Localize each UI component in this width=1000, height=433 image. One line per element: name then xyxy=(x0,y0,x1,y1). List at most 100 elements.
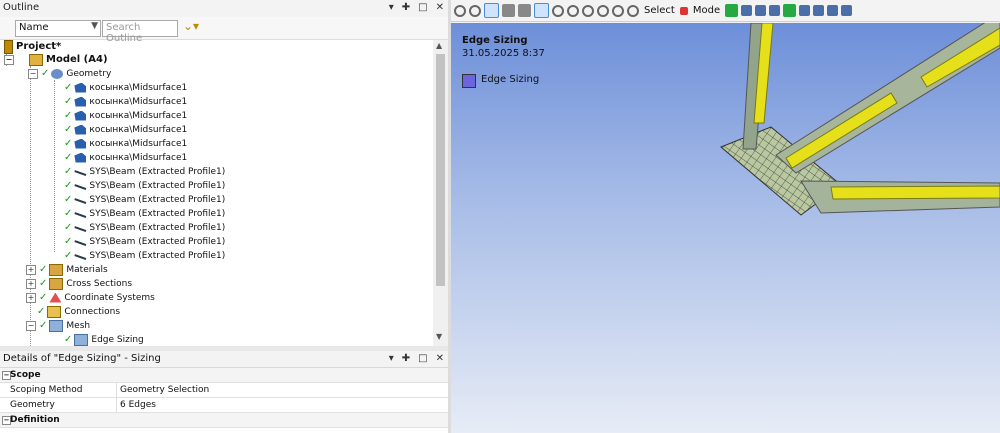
zoom-in-icon[interactable] xyxy=(454,4,466,17)
tree-item-beam[interactable]: ✓ SYS\Beam (Extracted Profile1) xyxy=(64,179,225,192)
maximize-icon[interactable]: □ xyxy=(418,353,427,364)
tree-item-beam[interactable]: ✓ SYS\Beam (Extracted Profile1) xyxy=(64,193,225,206)
line-body-icon xyxy=(74,225,87,234)
property-value[interactable]: 6 Edges xyxy=(120,400,156,410)
filter-type-select[interactable]: Name ▼ xyxy=(15,20,101,37)
tree-item-label: Project* xyxy=(16,41,62,52)
details-grid: − Scope Scoping Method Geometry Selectio… xyxy=(0,368,448,428)
wireframe-icon[interactable] xyxy=(502,4,515,17)
close-icon[interactable]: ✕ xyxy=(436,2,444,13)
tree-item-body[interactable]: ✓ косынка\Midsurface1 xyxy=(64,109,187,122)
check-icon: ✓ xyxy=(64,180,73,191)
tree-item-mesh[interactable]: − ✓ Mesh xyxy=(26,319,90,332)
filter-options-icon[interactable]: ⌄▾ xyxy=(183,19,199,33)
collapse-icon[interactable]: − xyxy=(4,54,14,65)
tree-item-cross-sections[interactable]: + ✓ Cross Sections xyxy=(26,277,132,290)
shaded-view-icon[interactable] xyxy=(484,3,499,18)
zoom-icon[interactable] xyxy=(582,4,594,17)
check-icon: ✓ xyxy=(39,278,48,289)
check-icon: ✓ xyxy=(64,82,73,93)
tree-item-beam[interactable]: ✓ SYS\Beam (Extracted Profile1) xyxy=(64,249,225,262)
rotate-icon[interactable] xyxy=(552,4,564,17)
display-options-icon[interactable] xyxy=(518,4,531,17)
select-all-icon[interactable] xyxy=(841,5,853,16)
details-row-scoping-method[interactable]: Scoping Method Geometry Selection xyxy=(0,383,448,398)
tree-item-coordinate-systems[interactable]: + ✓ Coordinate Systems xyxy=(26,291,155,304)
details-row-geometry[interactable]: Geometry 6 Edges xyxy=(0,398,448,413)
tree-item-model[interactable]: − Model (A4) xyxy=(4,53,108,66)
maximize-icon[interactable]: □ xyxy=(418,2,427,13)
close-icon[interactable]: ✕ xyxy=(436,353,444,364)
tree-item-body[interactable]: ✓ косынка\Midsurface1 xyxy=(64,95,187,108)
graphics-toolbar: Select Mode xyxy=(451,0,1000,22)
outline-filterbar: Name ▼ Search Outline ⌄▾ xyxy=(0,17,448,44)
dropdown-icon[interactable]: ▾ xyxy=(389,2,394,13)
select-edge-icon[interactable] xyxy=(755,5,767,16)
tree-item-body[interactable]: ✓ косынка\Midsurface1 xyxy=(64,123,187,136)
tree-item-body[interactable]: ✓ косынка\Midsurface1 xyxy=(64,137,187,150)
check-icon: ✓ xyxy=(64,110,73,121)
viewport-title: Edge Sizing xyxy=(462,35,528,46)
tree-item-label: косынка\Midsurface1 xyxy=(89,152,188,163)
pin-icon[interactable]: ✚ xyxy=(402,2,410,13)
graphics-viewport[interactable]: Edge Sizing 31.05.2025 8:37 Edge Sizing xyxy=(451,23,1000,433)
dropdown-icon[interactable]: ▾ xyxy=(389,353,394,364)
outline-title: Outline xyxy=(3,2,40,13)
pan-icon[interactable] xyxy=(567,4,579,17)
section-label: Definition xyxy=(10,415,60,425)
tree-item-edge-sizing[interactable]: ✓ Edge Sizing xyxy=(64,333,144,346)
pin-icon[interactable]: ✚ xyxy=(402,353,410,364)
tree-item-project[interactable]: Project* xyxy=(4,40,62,54)
select-point-icon[interactable] xyxy=(725,4,739,17)
surface-body-icon xyxy=(74,82,87,93)
tree-item-connections[interactable]: ✓ Connections xyxy=(37,305,120,318)
tree-item-materials[interactable]: + ✓ Materials xyxy=(26,263,108,276)
outline-tree: Project* − Model (A4) − ✓ Geometry ✓ косы… xyxy=(0,40,432,346)
tree-item-body[interactable]: ✓ косынка\Midsurface1 xyxy=(64,151,187,164)
zoom-fit-icon[interactable] xyxy=(612,4,624,17)
diagonal-beam-line xyxy=(785,92,898,169)
select-face-icon[interactable] xyxy=(769,5,781,16)
scrollbar-thumb[interactable] xyxy=(436,54,445,286)
select-element-face-icon[interactable] xyxy=(827,5,839,16)
select-cursor-icon[interactable] xyxy=(679,6,688,15)
outline-vertical-scrollbar[interactable]: ▲ ▼ xyxy=(433,40,448,346)
tree-item-label: Cross Sections xyxy=(66,278,133,289)
select-body-icon[interactable] xyxy=(783,4,797,17)
collapse-icon[interactable]: − xyxy=(28,68,38,79)
tree-item-beam[interactable]: ✓ SYS\Beam (Extracted Profile1) xyxy=(64,207,225,220)
check-icon: ✓ xyxy=(39,264,48,275)
property-value[interactable]: Geometry Selection xyxy=(120,385,209,395)
tree-item-body[interactable]: ✓ косынка\Midsurface1 xyxy=(64,81,187,94)
magnifier-icon[interactable] xyxy=(627,4,639,17)
expand-icon[interactable]: + xyxy=(26,292,36,303)
tree-item-geometry[interactable]: − ✓ Geometry xyxy=(28,67,111,80)
expand-icon[interactable]: + xyxy=(26,278,36,289)
tree-item-label: Mesh xyxy=(66,320,91,331)
tree-item-beam[interactable]: ✓ SYS\Beam (Extracted Profile1) xyxy=(64,235,225,248)
coordinate-systems-icon xyxy=(49,292,62,303)
cross-sections-icon xyxy=(49,277,64,290)
select-node-icon[interactable] xyxy=(799,5,811,16)
select-element-icon[interactable] xyxy=(813,5,825,16)
details-section-scope[interactable]: − Scope xyxy=(0,368,448,383)
select-vertex-icon[interactable] xyxy=(741,5,753,16)
check-icon: ✓ xyxy=(64,334,73,345)
zoom-box-icon[interactable] xyxy=(597,4,609,17)
box-select-icon[interactable] xyxy=(534,3,549,18)
tree-item-beam[interactable]: ✓ SYS\Beam (Extracted Profile1) xyxy=(64,165,225,178)
geometry-icon xyxy=(51,68,64,79)
details-section-definition[interactable]: − Definition xyxy=(0,413,448,428)
materials-icon xyxy=(49,263,64,276)
collapse-icon[interactable]: − xyxy=(26,320,36,331)
tree-item-beam[interactable]: ✓ SYS\Beam (Extracted Profile1) xyxy=(64,221,225,234)
scroll-down-icon[interactable]: ▼ xyxy=(436,332,442,341)
left-panel: Outline ▾ ✚ □ ✕ Name ▼ Search Outline ⌄▾… xyxy=(0,0,448,433)
select-label: Select xyxy=(644,5,675,16)
expand-icon[interactable]: + xyxy=(26,264,36,275)
zoom-out-icon[interactable] xyxy=(469,4,481,17)
mode-dropdown[interactable]: Mode xyxy=(693,5,720,16)
search-outline-input[interactable]: Search Outline xyxy=(102,20,178,44)
check-icon: ✓ xyxy=(39,292,48,303)
scroll-up-icon[interactable]: ▲ xyxy=(436,41,442,50)
